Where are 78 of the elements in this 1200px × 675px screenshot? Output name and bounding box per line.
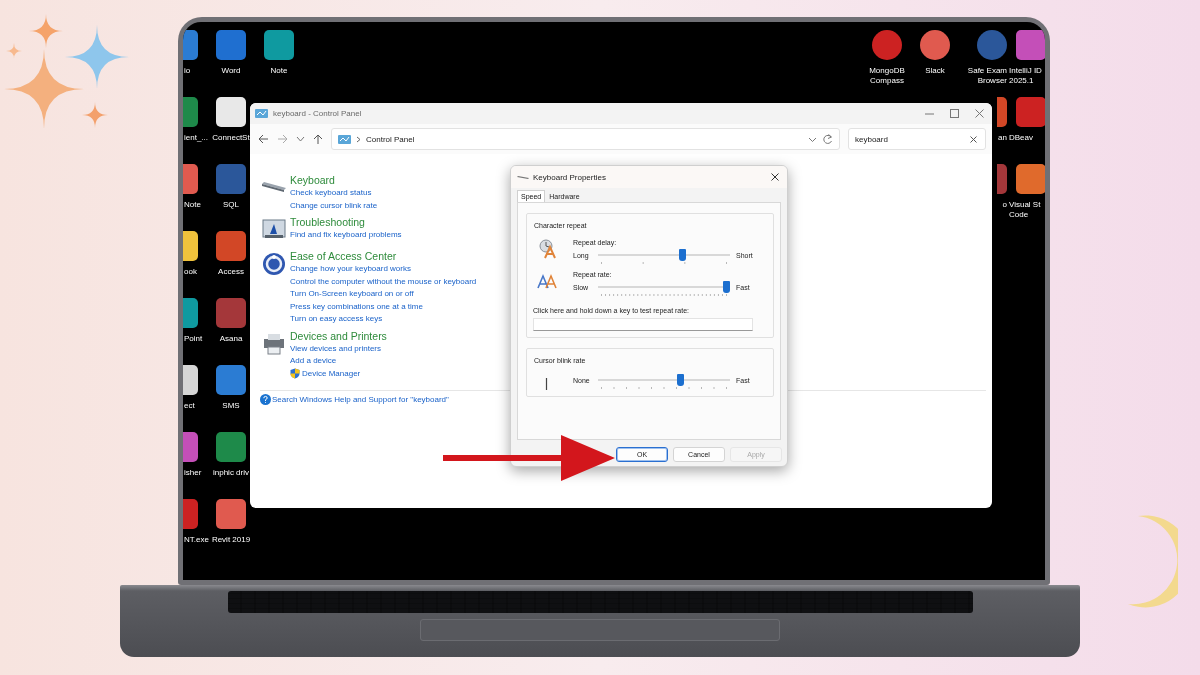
app-label: Safe Exam Browser <box>966 66 1007 85</box>
link[interactable]: Press key combinations one at a time <box>290 300 423 313</box>
section-icon <box>260 180 288 193</box>
shield-icon <box>290 368 300 380</box>
section-heading[interactable]: Troubleshooting <box>290 216 365 229</box>
app-label: Visual St Code <box>1008 200 1042 219</box>
link[interactable]: Find and fix keyboard problems <box>290 229 402 242</box>
app-label: an <box>998 133 1007 143</box>
slider-thumb[interactable] <box>723 281 730 293</box>
app-label: Note <box>269 66 289 76</box>
chevron-right-icon <box>356 135 361 143</box>
dialog-title: Keyboard Properties <box>533 172 606 182</box>
link[interactable]: Add a device <box>290 355 337 368</box>
control-panel-icon <box>338 134 351 144</box>
breadcrumb-item[interactable]: Control Panel <box>366 134 415 144</box>
app-icon[interactable] <box>997 97 1007 127</box>
link[interactable]: Change cursor blink rate <box>290 199 378 212</box>
app-label: Word <box>220 66 242 76</box>
app-label: NT.exe <box>183 535 207 545</box>
app-label: ect <box>183 401 196 411</box>
help-icon <box>260 394 271 405</box>
back-arrow-icon[interactable] <box>258 134 269 144</box>
search-field[interactable]: keyboard <box>848 128 986 150</box>
app-label: Slack <box>924 66 946 76</box>
slider-thumb[interactable] <box>676 374 684 386</box>
app-icon[interactable] <box>872 30 902 60</box>
app-label: SMS <box>221 401 241 411</box>
app-label: DBeav <box>1008 133 1034 143</box>
app-icon[interactable] <box>216 30 246 60</box>
forward-arrow-icon[interactable] <box>277 134 288 144</box>
up-arrow-icon[interactable] <box>313 133 323 145</box>
app-icon[interactable] <box>216 97 246 127</box>
app-label: Access <box>217 267 245 277</box>
keyboard-icon <box>517 174 529 180</box>
app-icon[interactable] <box>920 30 950 60</box>
help-link[interactable]: Search Windows Help and Support for "keyboard" <box>272 395 449 404</box>
refresh-icon[interactable] <box>822 133 833 145</box>
text-cursor-icon <box>545 378 548 390</box>
link[interactable]: Turn on easy access keys <box>290 313 383 326</box>
app-icon[interactable] <box>216 432 246 462</box>
app-label: isher <box>183 468 203 478</box>
window-title: keyboard - Control Panel <box>273 109 362 118</box>
app-label: Note <box>183 200 202 210</box>
app-label: inphic driv <box>212 468 250 478</box>
link[interactable]: Device Manager <box>290 367 361 380</box>
close-icon[interactable] <box>771 173 779 181</box>
slider-thumb[interactable] <box>679 249 687 261</box>
app-label: IntelliJ ID 2025.1 <box>1008 66 1043 85</box>
address-bar[interactable]: Control Panel <box>331 128 840 150</box>
section-heading[interactable]: Keyboard <box>290 174 335 187</box>
section-icon <box>260 250 288 276</box>
app-label: ConnectSt <box>211 133 251 143</box>
app-icon[interactable] <box>216 231 246 261</box>
app-label: SQL <box>222 200 240 210</box>
link[interactable]: Turn On-Screen keyboard on or off <box>290 288 414 301</box>
app-icon[interactable] <box>216 499 246 529</box>
section-heading[interactable]: Devices and Printers <box>290 329 387 343</box>
link[interactable]: Change how your keyboard works <box>290 263 411 276</box>
clear-icon[interactable] <box>970 135 977 143</box>
maximize-icon[interactable] <box>950 109 959 118</box>
app-label: Point <box>183 334 204 344</box>
app-label: Revit 2019 <box>210 535 252 545</box>
repeat-delay-icon <box>537 238 557 260</box>
link[interactable]: Check keyboard status <box>290 187 372 200</box>
chevron-down-icon[interactable] <box>296 134 305 144</box>
control-panel-icon <box>255 109 268 118</box>
link[interactable]: Control the computer without the mouse or keyboard <box>290 275 477 288</box>
app-icon[interactable] <box>264 30 294 60</box>
link[interactable]: View devices and printers <box>290 342 381 355</box>
app-label: Asana <box>218 334 244 344</box>
section-heading[interactable]: Ease of Access Center <box>290 250 397 263</box>
app-label: ient_... <box>183 133 207 143</box>
app-label: o <box>1002 200 1007 210</box>
app-icon[interactable] <box>216 365 246 395</box>
app-label: io <box>183 66 192 76</box>
app-label: MongoDB Compass <box>868 66 906 85</box>
app-label: ook <box>183 267 198 277</box>
test-input-field[interactable] <box>533 318 753 331</box>
